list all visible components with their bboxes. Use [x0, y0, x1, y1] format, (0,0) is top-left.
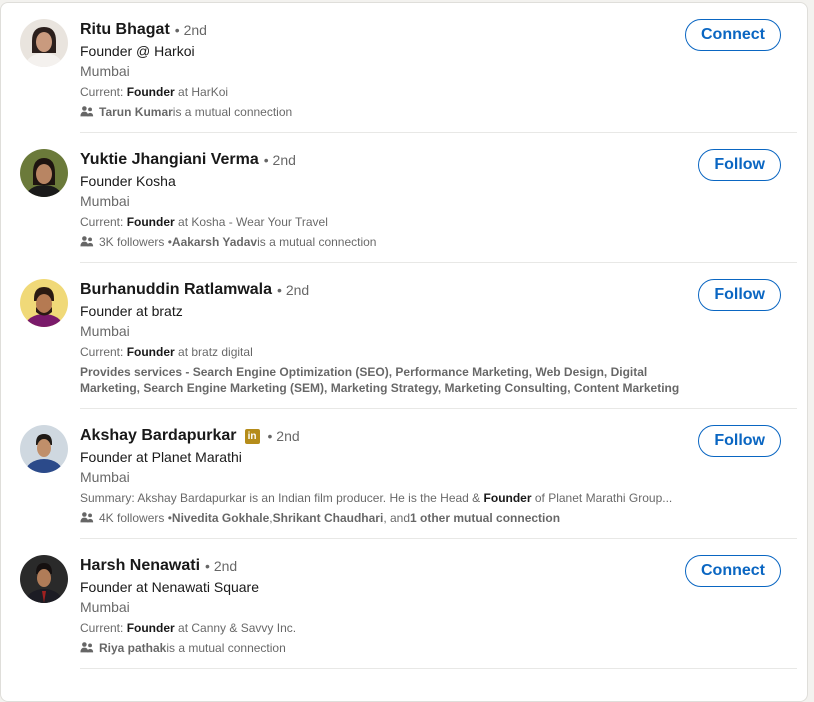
mutual-name[interactable]: Aakarsh Yadav [172, 234, 257, 250]
badge-text: in [247, 430, 257, 442]
current-title: Founder [126, 345, 175, 359]
current-title: Founder [126, 215, 175, 229]
result-item: Harsh Nenawati • 2nd Founder at Nenawati… [1, 539, 809, 669]
divider [80, 668, 797, 669]
current-title: Founder [126, 85, 175, 99]
follow-button[interactable]: Follow [698, 149, 781, 181]
followers-count: 4K followers • [99, 511, 172, 525]
avatar[interactable] [20, 425, 68, 473]
current-prefix: Current: [80, 215, 127, 229]
profile-location: Mumbai [80, 323, 130, 339]
avatar[interactable] [20, 555, 68, 603]
mutual-connections[interactable]: Riya pathak is a mutual connection [80, 640, 690, 656]
follow-button[interactable]: Follow [698, 425, 781, 457]
linkedin-premium-icon: in [244, 428, 260, 444]
profile-headline: Founder at Planet Marathi [80, 449, 242, 465]
mutual-other[interactable]: 1 other mutual connection [410, 510, 560, 526]
profile-headline: Founder Kosha [80, 173, 176, 189]
search-results-card: Ritu Bhagat • 2nd Founder @ Harkoi Mumba… [0, 2, 808, 702]
people-icon [80, 512, 94, 523]
result-info: Harsh Nenawati • 2nd Founder at Nenawati… [80, 555, 690, 656]
current-company: at bratz digital [174, 345, 253, 359]
avatar[interactable] [20, 19, 68, 67]
current-position: Current: Founder at Canny & Savvy Inc. [80, 620, 690, 636]
result-item: Yuktie Jhangiani Verma • 2nd Founder Kos… [1, 133, 809, 263]
profile-name[interactable]: Akshay Bardapurkar [80, 427, 237, 445]
result-item: Burhanuddin Ratlamwala • 2nd Founder at … [1, 263, 809, 409]
followers-count: 3K followers • [99, 235, 172, 249]
profile-headline: Founder at bratz [80, 303, 183, 319]
connection-degree: • 2nd [267, 428, 300, 444]
profile-name[interactable]: Harsh Nenawati [80, 557, 200, 575]
result-item: Akshay Bardapurkar in • 2nd Founder at P… [1, 409, 809, 539]
mutual-connections[interactable]: 3K followers • Aakarsh Yadav is a mutual… [80, 234, 690, 250]
current-prefix: Current: [80, 621, 127, 635]
connection-degree: • 2nd [277, 282, 310, 298]
summary-keyword: Founder [483, 491, 532, 505]
profile-name[interactable]: Yuktie Jhangiani Verma [80, 151, 259, 169]
current-company: at Kosha - Wear Your Travel [174, 215, 328, 229]
current-company: at Canny & Savvy Inc. [174, 621, 297, 635]
current-prefix: Current: [80, 345, 127, 359]
connect-button[interactable]: Connect [685, 19, 781, 51]
profile-summary: Summary: Akshay Bardapurkar is an Indian… [80, 490, 690, 506]
result-info: Akshay Bardapurkar in • 2nd Founder at P… [80, 425, 690, 526]
avatar[interactable] [20, 279, 68, 327]
mutual-name[interactable]: Tarun Kumar [99, 104, 173, 120]
current-prefix: Current: [80, 85, 127, 99]
mutual-name[interactable]: Riya pathak [99, 640, 166, 656]
mutual-connections[interactable]: Tarun Kumar is a mutual connection [80, 104, 690, 120]
summary-prefix: Summary: Akshay Bardapurkar is an Indian… [80, 491, 484, 505]
mutual-name[interactable]: Nivedita Gokhale [172, 510, 269, 526]
current-position: Current: Founder at HarKoi [80, 84, 690, 100]
profile-headline: Founder at Nenawati Square [80, 579, 259, 595]
result-info: Burhanuddin Ratlamwala • 2nd Founder at … [80, 279, 690, 396]
connection-degree: • 2nd [263, 152, 296, 168]
current-position: Current: Founder at bratz digital [80, 344, 690, 360]
people-icon [80, 642, 94, 653]
profile-location: Mumbai [80, 193, 130, 209]
mutual-name[interactable]: Shrikant Chaudhari [273, 510, 384, 526]
connection-degree: • 2nd [174, 22, 207, 38]
mutual-text: , and [383, 511, 411, 525]
profile-location: Mumbai [80, 469, 130, 485]
current-company: at HarKoi [174, 85, 229, 99]
summary-suffix: of Planet Marathi Group... [531, 491, 673, 505]
current-title: Founder [126, 621, 175, 635]
result-info: Yuktie Jhangiani Verma • 2nd Founder Kos… [80, 149, 690, 250]
profile-name[interactable]: Ritu Bhagat [80, 21, 170, 39]
profile-name[interactable]: Burhanuddin Ratlamwala [80, 281, 272, 299]
current-position: Current: Founder at Kosha - Wear Your Tr… [80, 214, 690, 230]
profile-location: Mumbai [80, 63, 130, 79]
mutual-text: is a mutual connection [172, 105, 293, 119]
profile-location: Mumbai [80, 599, 130, 615]
people-icon [80, 106, 94, 117]
follow-button[interactable]: Follow [698, 279, 781, 311]
result-info: Ritu Bhagat • 2nd Founder @ Harkoi Mumba… [80, 19, 690, 120]
people-icon [80, 236, 94, 247]
connection-degree: • 2nd [205, 558, 238, 574]
mutual-connections[interactable]: 4K followers • Nivedita Gokhale, Shrikan… [80, 510, 690, 526]
services-list: Provides services - Search Engine Optimi… [80, 365, 680, 395]
avatar[interactable] [20, 149, 68, 197]
profile-headline: Founder @ Harkoi [80, 43, 195, 59]
mutual-text: is a mutual connection [166, 641, 286, 655]
result-item: Ritu Bhagat • 2nd Founder @ Harkoi Mumba… [1, 3, 809, 133]
connect-button[interactable]: Connect [685, 555, 781, 587]
mutual-text: is a mutual connection [257, 235, 377, 249]
